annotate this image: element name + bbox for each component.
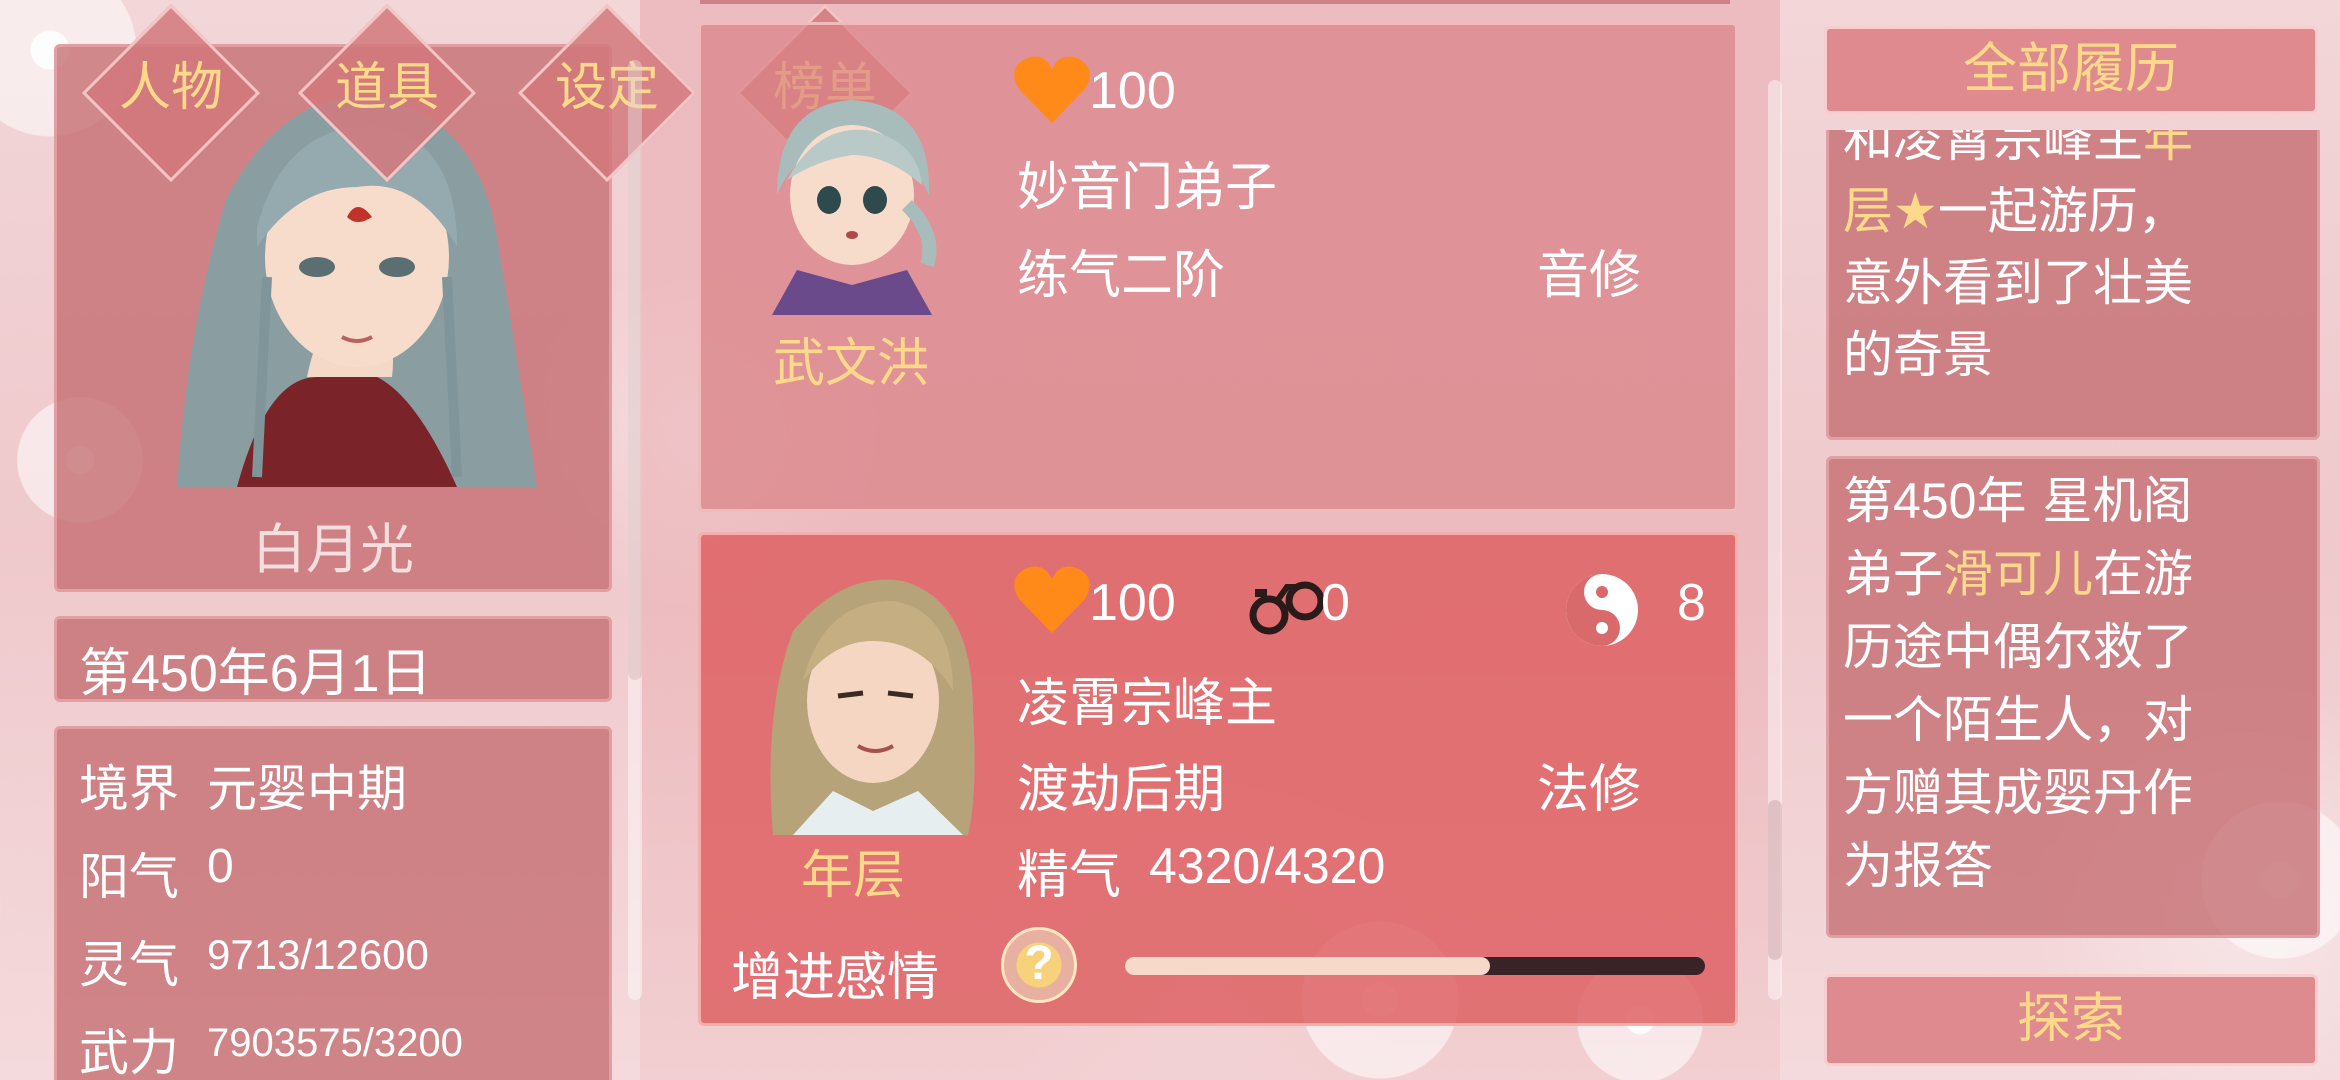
top-divider xyxy=(700,0,1730,4)
character-card[interactable]: 武文洪 100 妙音门弟子 练气二阶 音修 xyxy=(698,22,1738,512)
character-portrait xyxy=(770,579,975,835)
stat-force-label: 武力 xyxy=(79,1024,179,1080)
bond-value: 0 xyxy=(1321,574,1350,632)
history-text: 第450年 星机阁 弟子滑可儿在游 历途中偶尔救了 一个陌生人，对 方赠其成婴丹… xyxy=(1843,465,2193,903)
explore-button[interactable]: 探索 xyxy=(1824,974,2318,1066)
character-link: 层 xyxy=(1843,182,1893,240)
history-text-segment: 和凌霄宗峰主 xyxy=(1843,130,2143,168)
character-school: 法修 xyxy=(1537,760,1642,820)
date-panel: 第450年6月1日 xyxy=(54,616,612,703)
history-text-segment: 在游 xyxy=(2093,545,2193,603)
character-realm: 渡劫后期 xyxy=(1017,760,1226,820)
nav-items-label: 道具 xyxy=(334,58,439,118)
character-card-active[interactable]: 年层 100 0 8 凌霄宗峰主 渡劫后期 法修 精气 4320/4320 增进… xyxy=(698,532,1738,1026)
nav-character-label: 人物 xyxy=(118,58,223,118)
history-text-segment: 弟子 xyxy=(1843,545,1943,603)
current-date: 第450年6月1日 xyxy=(79,645,432,703)
handcuffs-icon xyxy=(1249,581,1325,635)
affection-progress-bar xyxy=(1125,957,1705,975)
stat-yang-label: 阳气 xyxy=(79,848,179,906)
character-name: 年层 xyxy=(801,846,906,906)
heart-icon xyxy=(1014,56,1090,123)
action-label: 增进感情 xyxy=(731,948,940,1008)
history-list[interactable]: 和凌霄宗峰主年 层★一起游历， 意外看到了壮美 的奇景 第450年 星机阁 弟子… xyxy=(1824,130,2324,960)
character-link: 年 xyxy=(2143,130,2193,168)
star-icon: ★ xyxy=(1893,182,1938,240)
nav-character-button[interactable]: 人物 xyxy=(76,0,266,188)
scrollbar-thumb[interactable] xyxy=(628,60,642,680)
character-realm: 练气二阶 xyxy=(1017,246,1226,306)
affection-value: 100 xyxy=(1089,574,1176,632)
essence-value: 4320/4320 xyxy=(1149,838,1386,894)
character-school: 音修 xyxy=(1537,246,1642,306)
yinyang-icon xyxy=(1566,574,1638,646)
stat-yang-value: 0 xyxy=(207,840,234,893)
all-history-button[interactable]: 全部履历 xyxy=(1824,26,2318,114)
character-link: 滑可儿 xyxy=(1943,545,2093,603)
question-icon: ? xyxy=(1024,937,1054,990)
history-text-segment: 一起游历， xyxy=(1937,182,2188,240)
nav-settings-button[interactable]: 设定 xyxy=(512,0,702,188)
character-portrait xyxy=(772,100,937,315)
stat-realm-value: 元婴中期 xyxy=(207,760,407,818)
history-text-segment: 年 星机阁 xyxy=(1976,472,2193,530)
affection-value: 100 xyxy=(1089,62,1176,120)
stat-spirit-label: 灵气 xyxy=(79,936,179,994)
history-text: 和凌霄宗峰主年 层★一起游历， 意外看到了壮美 的奇景 xyxy=(1843,130,2193,391)
history-text-segment: 的奇景 xyxy=(1843,326,1993,384)
nav-items-button[interactable]: 道具 xyxy=(292,0,482,188)
character-sect: 妙音门弟子 xyxy=(1017,158,1278,218)
heart-icon xyxy=(1014,566,1090,633)
history-text-segment: 意外看到了壮美 xyxy=(1843,254,2193,312)
help-button[interactable]: ? xyxy=(1001,927,1077,1003)
history-year: 450 xyxy=(1893,473,1977,529)
scrollbar-thumb[interactable] xyxy=(1768,800,1782,960)
history-entry: 第450年 星机阁 弟子滑可儿在游 历途中偶尔救了 一个陌生人，对 方赠其成婴丹… xyxy=(1826,456,2320,938)
stat-spirit-value: 9713/12600 xyxy=(207,931,429,978)
history-text-segment: 方赠其成婴丹作 xyxy=(1843,764,2193,822)
character-list-scrollbar[interactable] xyxy=(628,60,642,1000)
essence-label: 精气 xyxy=(1017,846,1122,906)
history-entry: 和凌霄宗峰主年 层★一起游历， 意外看到了壮美 的奇景 xyxy=(1826,130,2320,440)
history-text-segment: 第 xyxy=(1843,472,1893,530)
history-text-segment: 为报答 xyxy=(1843,837,1993,895)
history-text-segment: 一个陌生人，对 xyxy=(1843,691,2193,749)
yinyang-value: 8 xyxy=(1677,574,1706,632)
history-text-segment: 历途中偶尔救了 xyxy=(1843,618,2193,676)
character-name: 武文洪 xyxy=(773,334,930,394)
affection-progress-fill xyxy=(1125,957,1491,975)
stat-force-value: 7903575/3200 xyxy=(207,1021,463,1065)
nav-settings-label: 设定 xyxy=(554,58,659,118)
player-name: 白月光 xyxy=(252,518,414,581)
stat-realm-label: 境界 xyxy=(79,760,179,818)
player-stats-panel: 境界 元婴中期 阳气 0 灵气 9713/12600 武力 7903575/32… xyxy=(54,726,612,1080)
history-scrollbar[interactable] xyxy=(1768,80,1782,1000)
character-sect: 凌霄宗峰主 xyxy=(1017,674,1278,734)
